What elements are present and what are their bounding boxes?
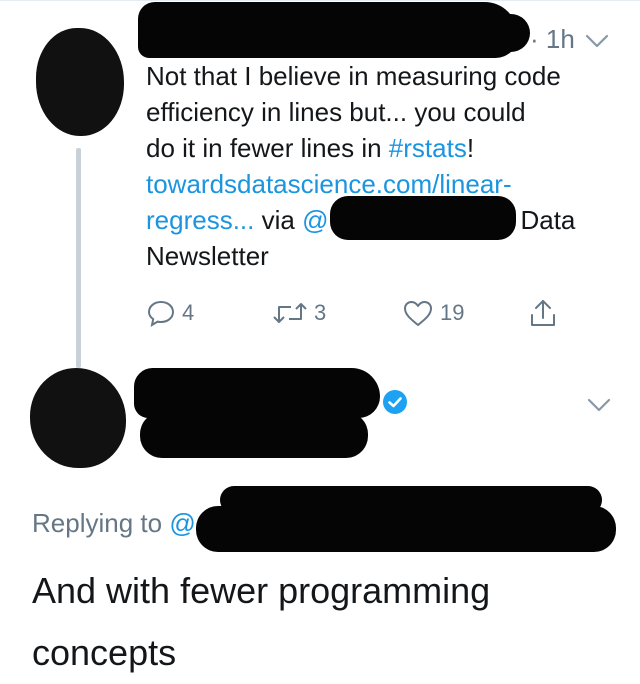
redacted-author-handle	[330, 14, 530, 52]
thread-connector-line	[76, 148, 81, 368]
verified-badge-icon	[383, 390, 407, 414]
hashtag-rstats[interactable]: #rstats	[389, 133, 467, 163]
redacted-reply-author-handle	[140, 412, 368, 458]
avatar-first-author[interactable]	[36, 28, 124, 136]
heart-icon	[404, 301, 432, 326]
top-divider	[0, 0, 640, 1]
chevron-down-icon[interactable]	[584, 32, 610, 50]
share-action[interactable]	[528, 296, 558, 330]
like-action[interactable]: 19	[402, 296, 464, 330]
reply-action[interactable]: 4	[146, 296, 194, 330]
tweet-time[interactable]: · 1h	[530, 24, 575, 55]
article-link-cont[interactable]: regress...	[146, 205, 254, 235]
tweet-line: Newsletter	[146, 241, 269, 271]
reply-count: 4	[182, 300, 195, 325]
retweet-count: 3	[314, 300, 327, 325]
tweet-line: efficiency in lines but... you could	[146, 97, 526, 127]
mention-at[interactable]: @	[302, 205, 328, 235]
reply-tweet-body: And with fewer programming concepts	[32, 560, 612, 684]
reply-icon	[147, 300, 175, 328]
avatar-reply-author[interactable]	[30, 368, 126, 468]
retweet-action[interactable]: 3	[272, 296, 326, 330]
chevron-down-icon[interactable]	[586, 396, 612, 414]
tweet-body: Not that I believe in measuring code eff…	[146, 58, 626, 274]
replying-to-mention[interactable]: @	[169, 508, 195, 538]
redacted-reply-author-name[interactable]	[134, 368, 380, 418]
redacted-replying-to-user[interactable]	[196, 506, 616, 552]
replying-to-label: Replying to @	[32, 508, 196, 538]
like-count: 19	[440, 300, 465, 325]
tweet-line: Not that I believe in measuring code	[146, 61, 561, 91]
share-icon	[531, 300, 555, 326]
reply-text-line: And with fewer programming	[32, 570, 491, 611]
retweet-icon	[273, 303, 307, 323]
redacted-mention	[330, 196, 516, 240]
tweet-line: do it in fewer lines in #rstats!	[146, 133, 475, 163]
